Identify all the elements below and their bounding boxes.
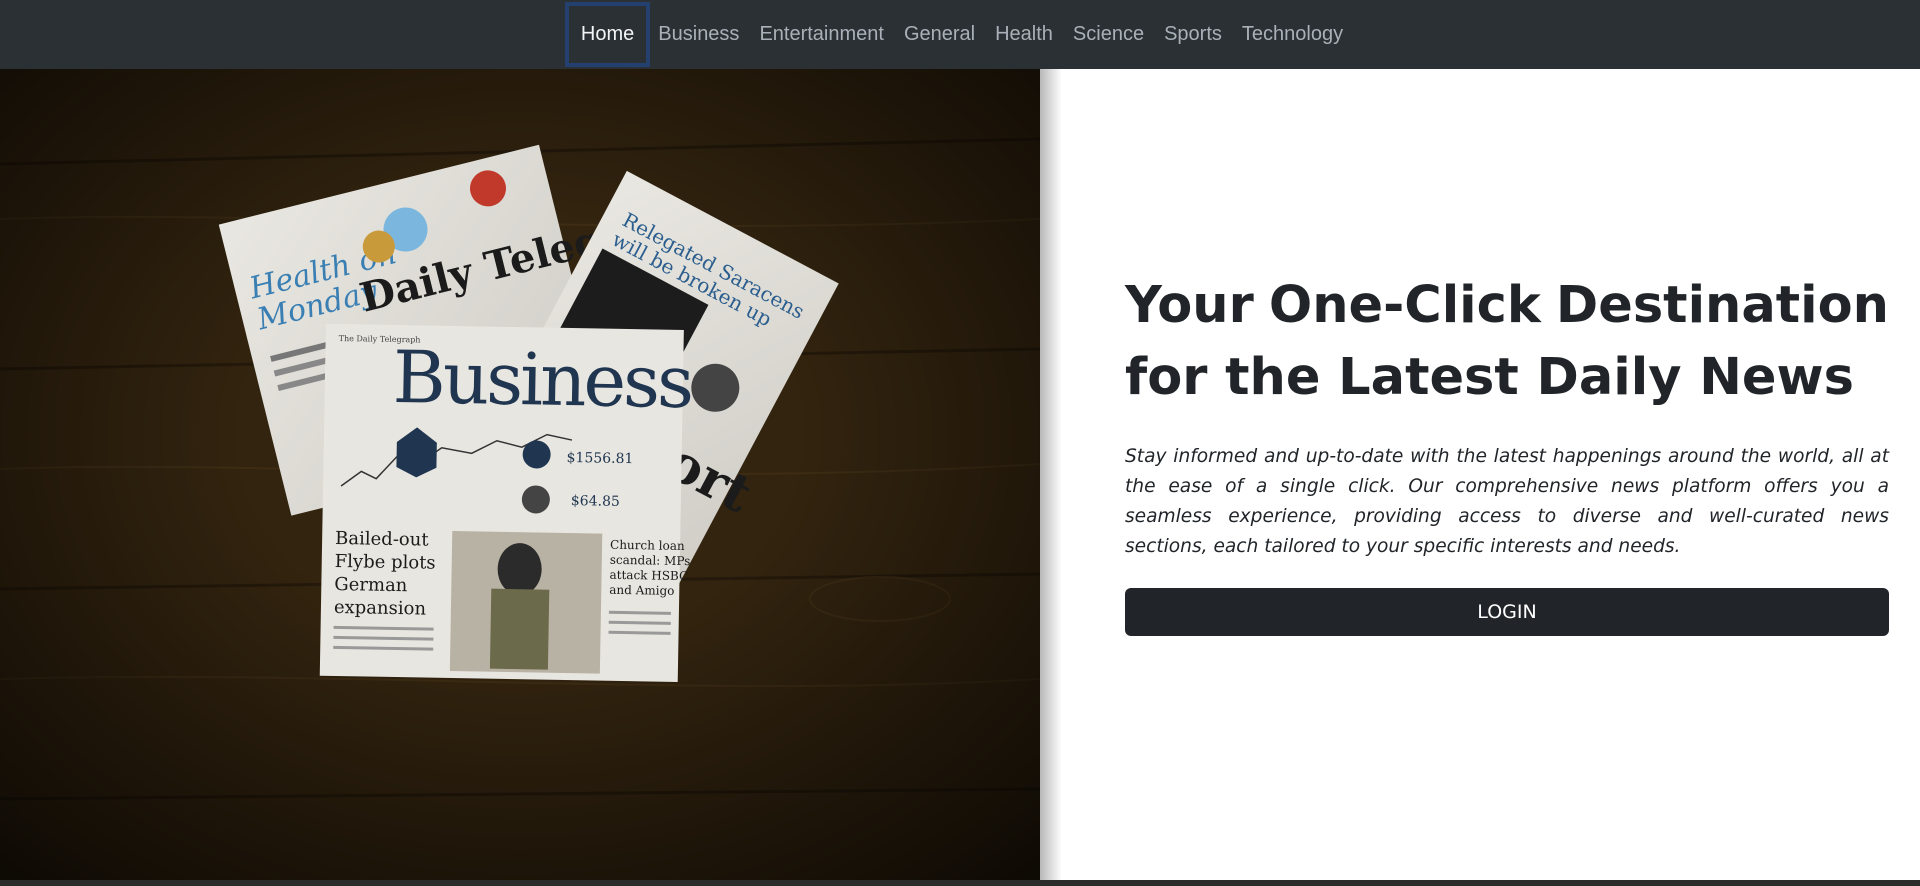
page-title: Your One-Click Destination for the Lates…: [1125, 270, 1889, 414]
top-navbar: Home Business Entertainment General Heal…: [0, 0, 1920, 69]
svg-text:$64.85: $64.85: [571, 493, 620, 510]
nav-item-health[interactable]: Health: [985, 14, 1063, 55]
nav-item-sports[interactable]: Sports: [1154, 14, 1232, 55]
svg-text:Flybe plots: Flybe plots: [335, 551, 436, 574]
title-word: Your: [1125, 276, 1254, 335]
bottom-bar: [0, 880, 1920, 886]
title-line-2: for the Latest Daily News: [1125, 348, 1854, 407]
login-button[interactable]: LOGIN: [1125, 588, 1889, 636]
svg-text:attack HSBC: attack HSBC: [609, 568, 688, 583]
svg-text:$1556.81: $1556.81: [566, 450, 633, 467]
svg-text:expansion: expansion: [334, 597, 427, 620]
nav-item-business[interactable]: Business: [648, 14, 749, 55]
svg-text:Bailed-out: Bailed-out: [335, 528, 430, 551]
svg-text:scandal: MPs: scandal: MPs: [610, 553, 691, 568]
business-newspaper: The Daily Telegraph Business $1556.81 $6…: [319, 323, 692, 682]
nav-links: Home Business Entertainment General Heal…: [564, 2, 1353, 67]
hero-content: Your One-Click Destination for the Lates…: [1125, 270, 1889, 636]
hero-newspapers-image: Health on Monday Daily Telegra Relegated…: [0, 69, 1040, 880]
title-line-1: Your One-Click Destination: [1125, 270, 1889, 342]
nav-item-technology[interactable]: Technology: [1232, 14, 1353, 55]
svg-text:Church loan: Church loan: [610, 538, 685, 553]
hero-shadow: [1040, 69, 1062, 880]
nav-item-home[interactable]: Home: [564, 2, 651, 67]
svg-text:German: German: [334, 574, 408, 596]
nav-item-general[interactable]: General: [894, 14, 985, 55]
nav-item-science[interactable]: Science: [1063, 14, 1154, 55]
title-word: Destination: [1555, 276, 1889, 335]
description-text: Stay informed and up-to-date with the la…: [1125, 446, 1889, 557]
nav-item-entertainment[interactable]: Entertainment: [749, 14, 894, 55]
svg-text:Business: Business: [392, 335, 692, 424]
title-word: One-Click: [1268, 276, 1541, 335]
svg-text:and Amigo: and Amigo: [609, 583, 674, 598]
